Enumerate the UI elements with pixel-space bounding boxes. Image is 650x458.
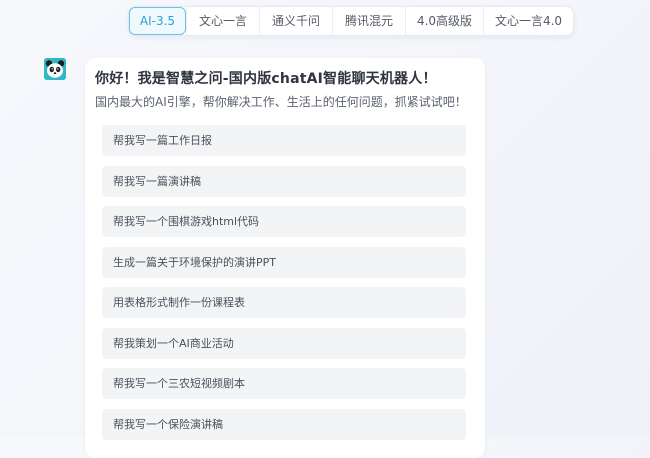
- suggestion-ai-business-event[interactable]: 帮我策划一个AI商业活动: [102, 327, 466, 359]
- suggestion-rural-video-script[interactable]: 帮我写一个三农短视频剧本: [102, 368, 466, 399]
- tab-wenxin-yiyan-4-0[interactable]: 文心一言4.0: [483, 7, 573, 35]
- suggestion-course-timetable[interactable]: 用表格形式制作一份课程表: [102, 287, 466, 318]
- tab-tongyi-qianwen[interactable]: 通义千问: [259, 7, 332, 35]
- greeting-subtitle: 国内最大的AI引擎，帮你解决工作、生活上的任何问题，抓紧试试吧！: [95, 95, 467, 109]
- suggestion-work-daily-report[interactable]: 帮我写一篇工作日报: [102, 125, 466, 156]
- suggestion-environment-ppt[interactable]: 生成一篇关于环境保护的演讲PPT: [102, 246, 466, 278]
- suggestion-list: 帮我写一篇工作日报 帮我写一篇演讲稿 帮我写一个围棋游戏html代码 生成一篇关…: [102, 125, 466, 449]
- panda-avatar-graphic: [44, 58, 66, 80]
- suggestion-speech-draft[interactable]: 帮我写一篇演讲稿: [102, 165, 466, 197]
- model-selector-tabs: AI-3.5 文心一言 通义千问 腾讯混元 4.0高级版 文心一言4.0: [128, 6, 574, 36]
- greeting-title: 你好！我是智慧之问-国内版chatAI智能聊天机器人！: [95, 71, 437, 87]
- tab-tencent-hunyuan[interactable]: 腾讯混元: [332, 7, 405, 35]
- tab-ai-3-5[interactable]: AI-3.5: [129, 7, 186, 35]
- panda-icon: [44, 58, 66, 80]
- suggestion-insurance-speech[interactable]: 帮我写一个保险演讲稿: [102, 408, 466, 440]
- welcome-message-card: 你好！我是智慧之问-国内版chatAI智能聊天机器人！ 国内最大的AI引擎，帮你…: [85, 58, 485, 458]
- suggestion-go-game-html-code[interactable]: 帮我写一个围棋游戏html代码: [102, 206, 466, 237]
- tab-4-0-advanced[interactable]: 4.0高级版: [405, 7, 483, 35]
- tab-wenxin-yiyan[interactable]: 文心一言: [186, 7, 259, 35]
